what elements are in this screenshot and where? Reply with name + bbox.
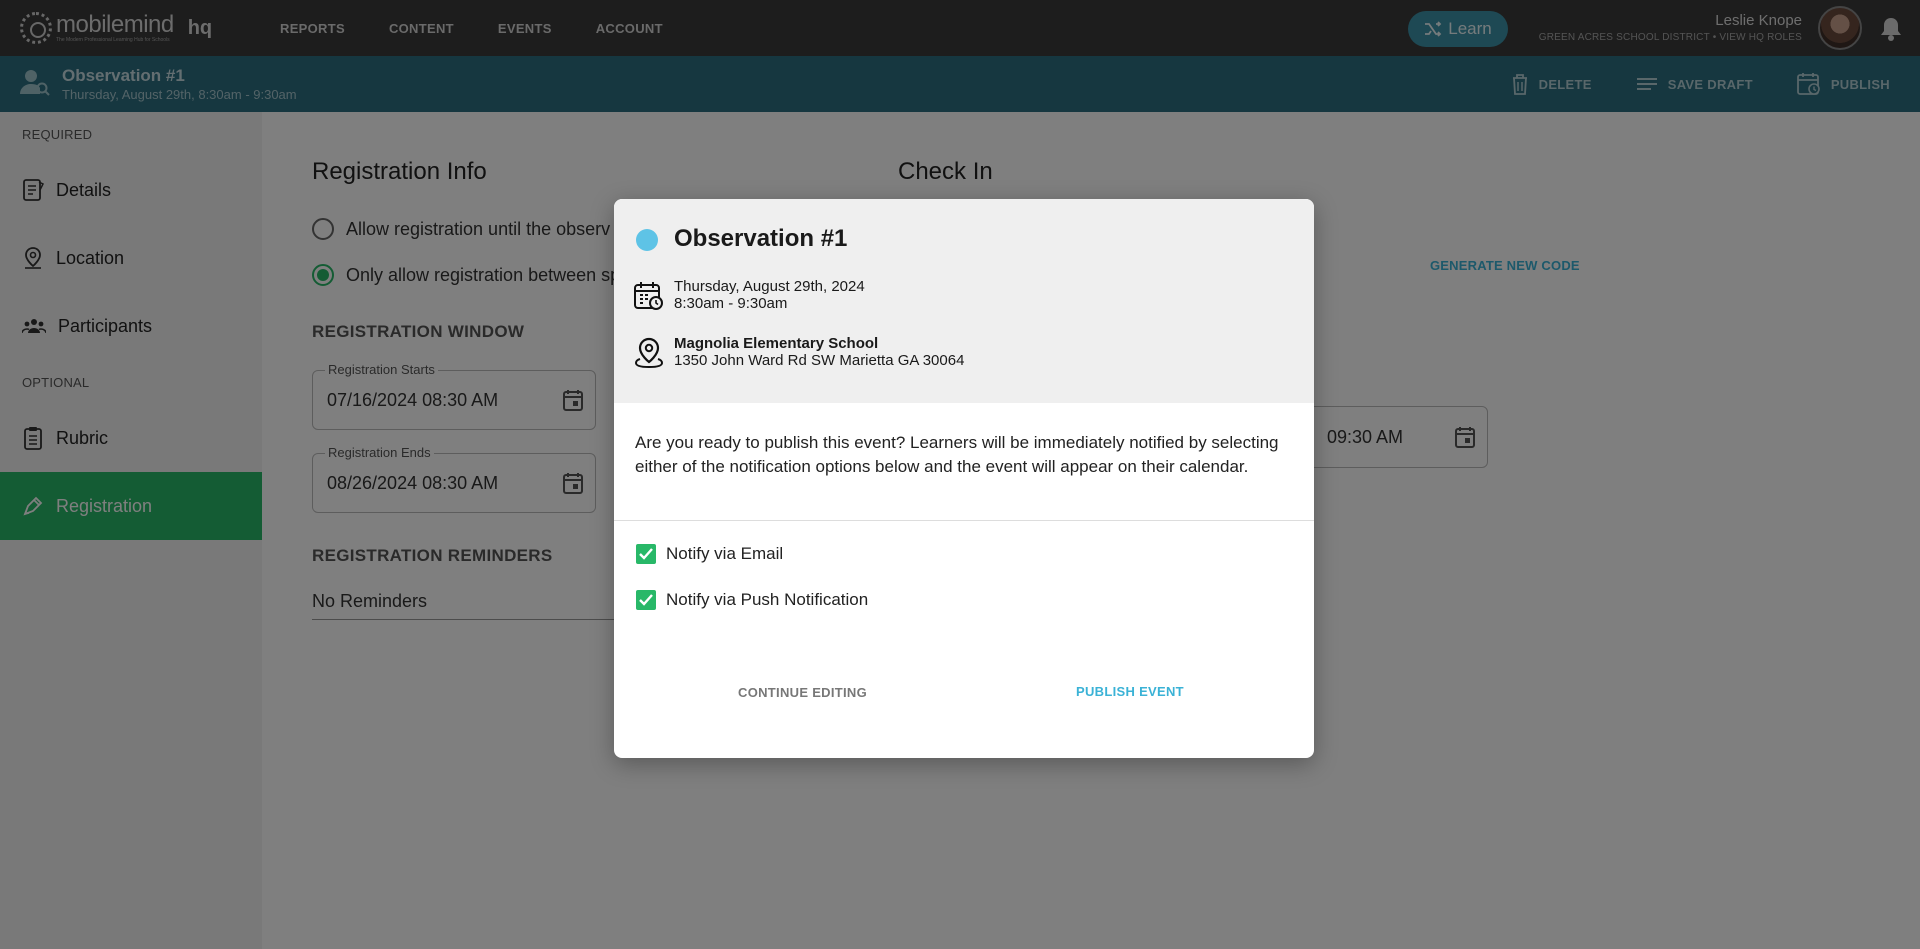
- event-color-dot: [636, 229, 658, 251]
- check-icon: [639, 594, 653, 606]
- modal-location: Magnolia Elementary School 1350 John War…: [674, 335, 965, 369]
- publish-event-button[interactable]: PUBLISH EVENT: [1076, 684, 1184, 699]
- modal-header: Observation #1 Thursday, August 29th, 20…: [614, 199, 1314, 403]
- divider: [614, 520, 1314, 521]
- modal-message: Are you ready to publish this event? Lea…: [635, 433, 1279, 476]
- location-pin-icon: [634, 337, 664, 374]
- publish-modal: Observation #1 Thursday, August 29th, 20…: [614, 199, 1314, 758]
- notify-email-checkbox[interactable]: Notify via Email: [636, 544, 783, 564]
- checkbox-checked[interactable]: [636, 544, 656, 564]
- calendar-clock-icon: [634, 281, 664, 316]
- modal-date: Thursday, August 29th, 2024 8:30am - 9:3…: [674, 278, 865, 312]
- checkbox-checked[interactable]: [636, 590, 656, 610]
- modal-title: Observation #1: [674, 225, 848, 252]
- continue-editing-button[interactable]: CONTINUE EDITING: [738, 685, 867, 700]
- check-icon: [639, 548, 653, 560]
- notify-push-checkbox[interactable]: Notify via Push Notification: [636, 590, 868, 610]
